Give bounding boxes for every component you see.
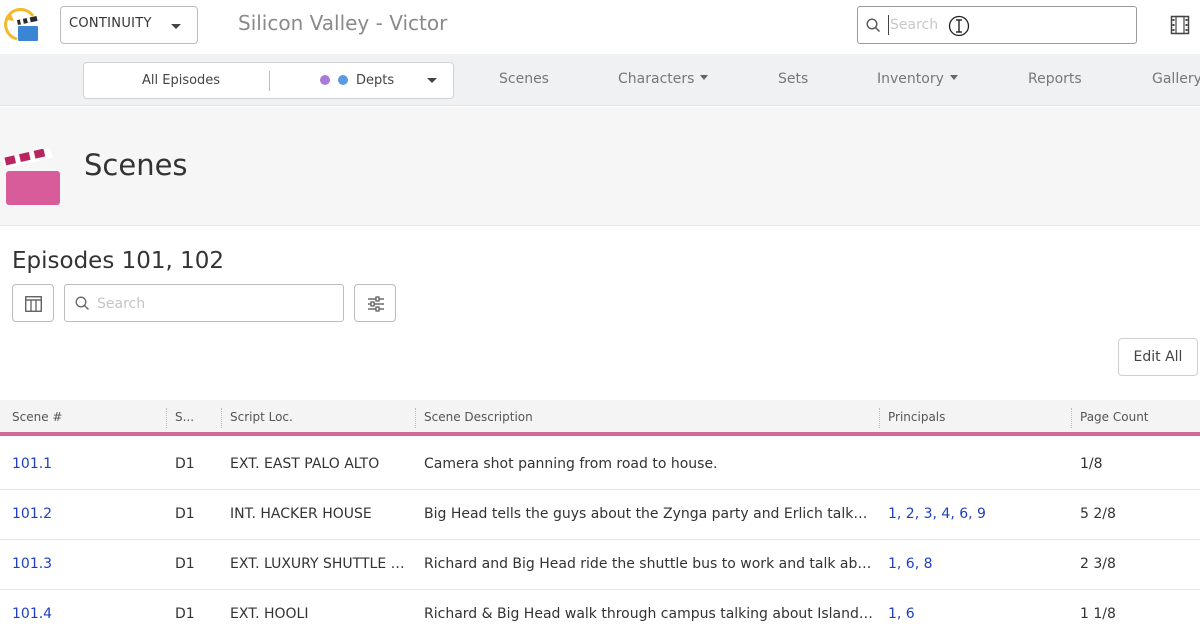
depts-filter-label: Depts	[356, 73, 395, 88]
scene-number-link[interactable]: 101.1	[12, 456, 162, 472]
column-resize-handle[interactable]	[166, 408, 167, 428]
workspace-label: CONTINUITY	[69, 16, 152, 31]
table-header: Scene # S... Script Loc. Scene Descripti…	[0, 400, 1200, 436]
column-resize-handle[interactable]	[879, 408, 880, 428]
principals-cell[interactable]: 1, 6, 8	[888, 556, 1068, 572]
nav-item-label: Characters	[618, 71, 695, 87]
column-resize-handle[interactable]	[415, 408, 416, 428]
page-count-cell: 2 3/8	[1080, 556, 1116, 572]
column-header-scene-description[interactable]: Scene Description	[424, 410, 533, 424]
script-location-cell: EXT. LUXURY SHUTTLE VAN	[230, 556, 412, 572]
page-header: Scenes	[0, 107, 1200, 226]
chevron-down-icon	[427, 78, 437, 83]
table-search-box[interactable]	[64, 284, 344, 322]
scene-description-cell: Richard and Big Head ride the shuttle bu…	[424, 556, 874, 572]
episodes-title: Episodes 101, 102	[12, 248, 225, 274]
nav-bar: All Episodes Depts Scenes Characters Set…	[0, 54, 1200, 106]
global-search-input[interactable]	[888, 15, 1128, 35]
global-search-box[interactable]	[857, 6, 1137, 44]
scene-description-cell: Big Head tells the guys about the Zynga …	[424, 506, 874, 522]
nav-item-label: Reports	[1028, 71, 1082, 87]
table-row[interactable]: 101.3 D1 EXT. LUXURY SHUTTLE VAN Richard…	[0, 540, 1200, 590]
page-count-cell: 1/8	[1080, 456, 1103, 472]
column-header-page-count[interactable]: Page Count	[1080, 410, 1149, 424]
column-header-principals[interactable]: Principals	[888, 410, 945, 424]
columns-button[interactable]	[12, 284, 54, 322]
filter-group: All Episodes Depts	[83, 62, 454, 99]
columns-icon	[25, 296, 42, 312]
column-header-set[interactable]: S...	[175, 410, 194, 424]
nav-item-label: Inventory	[877, 71, 944, 87]
column-resize-handle[interactable]	[221, 408, 222, 428]
nav-item-label: Sets	[778, 71, 809, 87]
clapperboard-icon	[1, 148, 62, 211]
page-count-cell: 1 1/8	[1080, 606, 1116, 622]
depts-filter-dropdown[interactable]: Depts	[270, 63, 454, 98]
column-resize-handle[interactable]	[1071, 408, 1072, 428]
script-location-cell: INT. HACKER HOUSE	[230, 506, 372, 522]
nav-item-label: Gallery	[1152, 71, 1200, 87]
set-cell: D1	[175, 456, 195, 472]
table-row[interactable]: 101.1 D1 EXT. EAST PALO ALTO Camera shot…	[0, 440, 1200, 490]
sliders-icon	[368, 296, 384, 312]
search-icon	[866, 18, 881, 33]
table-row[interactable]: 101.2 D1 INT. HACKER HOUSE Big Head tell…	[0, 490, 1200, 540]
workspace-dropdown[interactable]: CONTINUITY	[60, 6, 198, 44]
search-icon	[75, 296, 89, 310]
nav-item-inventory[interactable]: Inventory	[877, 71, 958, 87]
nav-item-reports[interactable]: Reports	[1028, 71, 1082, 87]
text-cursor-icon	[948, 15, 970, 37]
set-cell: D1	[175, 506, 195, 522]
script-location-cell: EXT. EAST PALO ALTO	[230, 456, 380, 472]
scene-description-cell: Camera shot panning from road to house.	[424, 456, 718, 472]
principals-cell[interactable]: 1, 6	[888, 606, 1068, 622]
scene-number-link[interactable]: 101.4	[12, 606, 162, 622]
chevron-down-icon	[700, 74, 709, 80]
column-header-scene-number[interactable]: Scene #	[12, 410, 62, 424]
chevron-down-icon	[171, 24, 181, 29]
episodes-filter[interactable]: All Episodes	[84, 63, 269, 98]
filters-button[interactable]	[354, 284, 396, 322]
table-row[interactable]: 101.4 D1 EXT. HOOLI Richard & Big Head w…	[0, 590, 1200, 636]
nav-item-characters[interactable]: Characters	[618, 71, 709, 87]
column-header-script-location[interactable]: Script Loc.	[230, 410, 293, 424]
table-search-input[interactable]	[97, 294, 337, 314]
nav-item-label: Scenes	[499, 71, 549, 87]
scene-number-link[interactable]: 101.3	[12, 556, 162, 572]
script-location-cell: EXT. HOOLI	[230, 606, 309, 622]
page-count-cell: 5 2/8	[1080, 506, 1116, 522]
project-title: Silicon Valley - Victor	[238, 11, 448, 35]
top-bar: CONTINUITY Silicon Valley - Victor	[0, 0, 1200, 54]
nav-item-gallery[interactable]: Gallery	[1152, 71, 1200, 87]
episodes-filter-label: All Episodes	[142, 73, 221, 88]
nav-item-scenes[interactable]: Scenes	[499, 71, 549, 87]
edit-all-button[interactable]: Edit All	[1118, 338, 1198, 376]
film-icon[interactable]	[1170, 15, 1190, 39]
set-cell: D1	[175, 606, 195, 622]
nav-item-sets[interactable]: Sets	[778, 71, 808, 87]
scene-description-cell: Richard & Big Head walk through campus t…	[424, 606, 874, 622]
scene-number-link[interactable]: 101.2	[12, 506, 162, 522]
principals-cell[interactable]: 1, 2, 3, 4, 6, 9	[888, 506, 1068, 522]
app-logo-icon[interactable]	[3, 6, 41, 44]
page-title: Scenes	[84, 148, 188, 182]
set-cell: D1	[175, 556, 195, 572]
dept-color-dot	[338, 75, 348, 85]
chevron-down-icon	[949, 74, 958, 80]
dept-color-dot	[320, 75, 330, 85]
